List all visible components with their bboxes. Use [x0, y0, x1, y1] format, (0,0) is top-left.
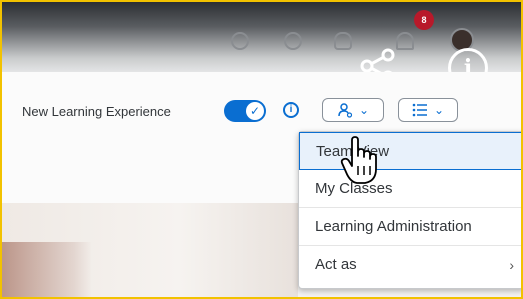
background-figure — [2, 242, 92, 297]
check-circle-icon[interactable] — [284, 32, 302, 50]
person-settings-menu-button[interactable]: ⌄ — [322, 98, 384, 122]
hand-cursor-icon — [340, 136, 377, 184]
dropdown-menu: Team View My Classes Learning Administra… — [298, 131, 521, 289]
new-learning-experience-label: New Learning Experience — [22, 104, 171, 119]
bell-icon[interactable] — [396, 32, 414, 50]
menu-item-act-as[interactable]: Act as › — [299, 246, 521, 284]
menu-item-label: Learning Administration — [315, 218, 472, 235]
check-icon: ✓ — [246, 102, 264, 120]
menu-item-my-classes[interactable]: My Classes — [299, 170, 521, 208]
chevron-down-icon: ⌄ — [358, 103, 370, 117]
info-button[interactable]: i — [283, 102, 299, 118]
shell-bar: 8 i — [2, 2, 521, 88]
headset-icon[interactable] — [334, 32, 352, 50]
chevron-down-icon: ⌄ — [433, 103, 445, 117]
person-settings-icon — [338, 103, 353, 118]
menu-item-team-view[interactable]: Team View — [299, 132, 521, 170]
chevron-right-icon: › — [509, 257, 514, 273]
list-icon — [412, 103, 427, 117]
menu-item-label: Act as — [315, 256, 357, 273]
new-learning-experience-toggle[interactable]: ✓ — [224, 100, 266, 122]
screenshot-frame: 8 i New Learning Experience ✓ i ⌄ ⌄ Team… — [0, 0, 523, 299]
menu-item-learning-administration[interactable]: Learning Administration — [299, 208, 521, 246]
location-icon[interactable] — [231, 32, 249, 50]
list-menu-button[interactable]: ⌄ — [398, 98, 458, 122]
notification-badge: 8 — [414, 10, 434, 30]
